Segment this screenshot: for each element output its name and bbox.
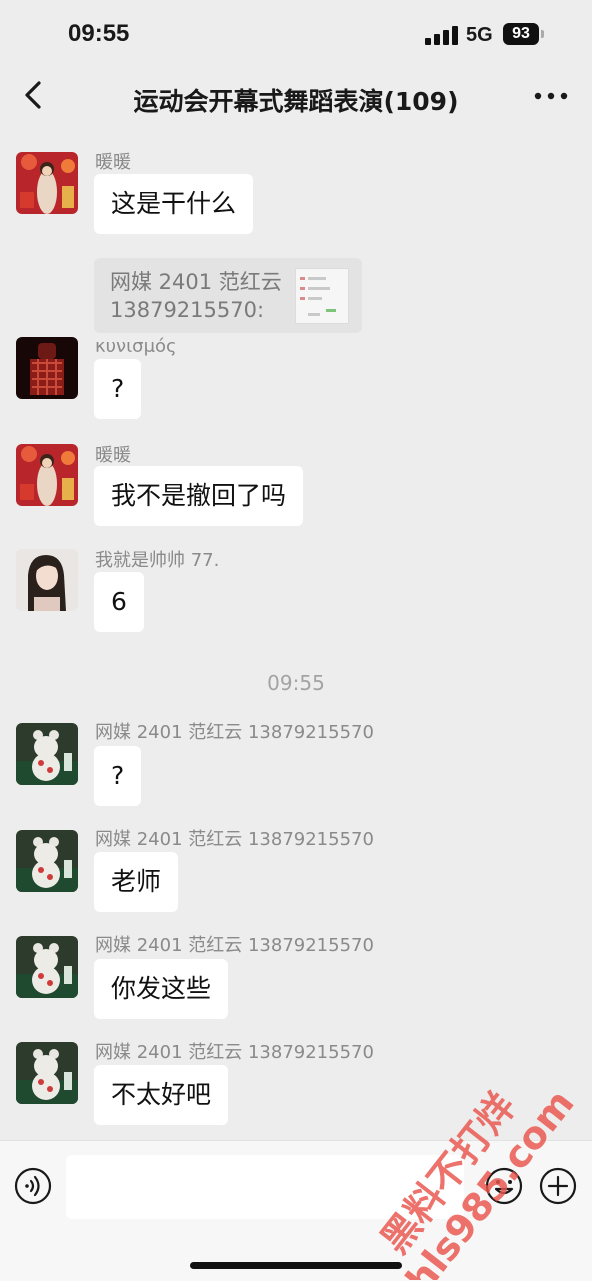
nav-bar: 运动会开幕式舞蹈表演(109) bbox=[0, 64, 592, 128]
message-bubble[interactable]: 老师 bbox=[94, 852, 179, 912]
network-type: 5G bbox=[466, 24, 493, 46]
message-bubble[interactable]: ? bbox=[94, 746, 142, 806]
emoji-icon[interactable] bbox=[485, 1167, 523, 1205]
message-input[interactable] bbox=[66, 1155, 464, 1219]
status-bar: 09:55 5G 93 bbox=[0, 0, 592, 64]
message-bubble[interactable]: 这是干什么 bbox=[94, 174, 254, 234]
avatar[interactable] bbox=[16, 830, 78, 892]
quote-line-1: 网媒 2401 范红云 bbox=[110, 270, 282, 294]
sender-name: 网媒 2401 范红云 13879215570 bbox=[95, 722, 374, 743]
input-bar bbox=[0, 1140, 592, 1281]
quote-reply[interactable]: 网媒 2401 范红云 13879215570: bbox=[94, 258, 362, 333]
avatar[interactable] bbox=[16, 1042, 78, 1104]
avatar[interactable] bbox=[16, 337, 78, 399]
avatar[interactable] bbox=[16, 444, 78, 506]
avatar[interactable] bbox=[16, 152, 78, 214]
plus-icon[interactable] bbox=[539, 1167, 577, 1205]
message-bubble[interactable]: 不太好吧 bbox=[94, 1065, 229, 1125]
message-bubble[interactable]: ? bbox=[94, 359, 142, 419]
status-time: 09:55 bbox=[68, 20, 130, 47]
quote-text: 网媒 2401 范红云 13879215570: bbox=[110, 268, 282, 324]
chat-title: 运动会开幕式舞蹈表演(109) bbox=[133, 87, 459, 116]
more-dots-icon[interactable] bbox=[534, 86, 568, 106]
sender-name: 网媒 2401 范红云 13879215570 bbox=[95, 1042, 374, 1063]
sender-name: 网媒 2401 范红云 13879215570 bbox=[95, 829, 374, 850]
timestamp: 09:55 bbox=[267, 671, 325, 695]
battery-icon: 93 bbox=[503, 23, 539, 45]
sender-name: 我就是帅帅 77. bbox=[95, 550, 220, 571]
avatar[interactable] bbox=[16, 723, 78, 785]
message-bubble[interactable]: 我不是撤回了吗 bbox=[94, 466, 304, 526]
sender-name: κυνισμός bbox=[95, 336, 177, 357]
sender-name: 暖暖 bbox=[95, 445, 131, 466]
chat-area[interactable]: 暖暖 这是干什么 网媒 2401 范红云 13879215570: κυνισμ… bbox=[0, 128, 592, 1140]
avatar[interactable] bbox=[16, 549, 78, 611]
signal-icon bbox=[425, 25, 459, 45]
avatar[interactable] bbox=[16, 936, 78, 998]
sender-name: 网媒 2401 范红云 13879215570 bbox=[95, 935, 374, 956]
battery-tip bbox=[541, 30, 544, 38]
message-bubble[interactable]: 6 bbox=[94, 572, 144, 632]
message-bubble[interactable]: 你发这些 bbox=[94, 959, 229, 1019]
voice-icon[interactable] bbox=[14, 1167, 52, 1205]
quote-thumbnail[interactable] bbox=[295, 268, 349, 324]
home-indicator bbox=[190, 1262, 402, 1269]
sender-name: 暖暖 bbox=[95, 152, 131, 173]
quote-line-2: 13879215570: bbox=[110, 298, 265, 322]
